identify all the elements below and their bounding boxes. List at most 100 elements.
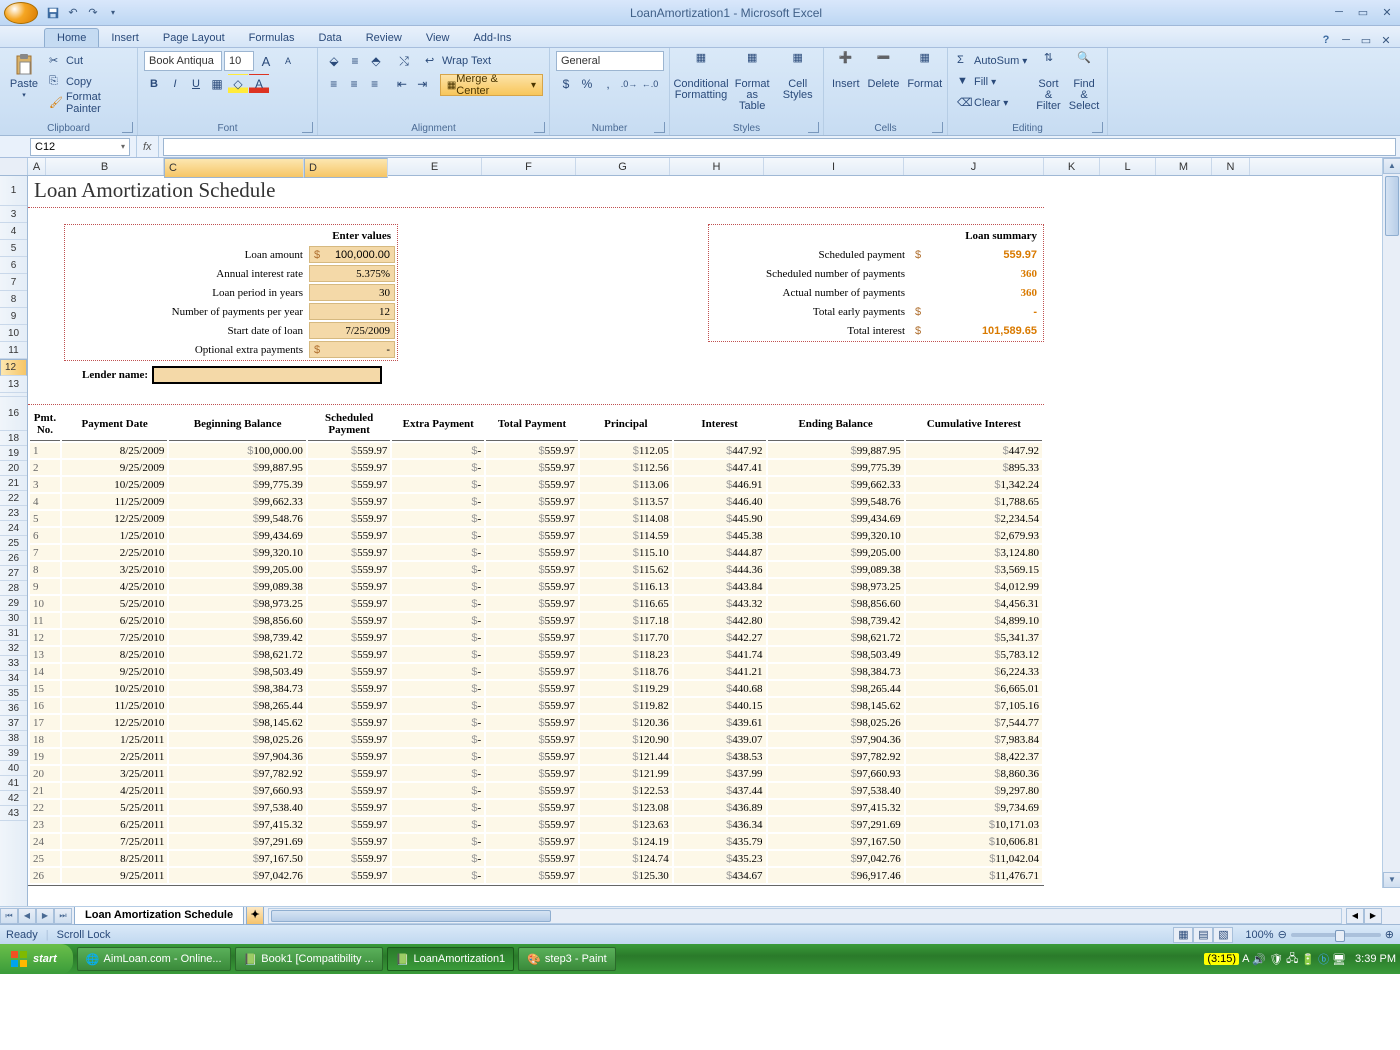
cell[interactable]: $97,904.36 — [169, 749, 305, 764]
cell[interactable]: $443.84 — [674, 579, 766, 594]
schedule-row[interactable]: 116/25/2010$98,856.60$559.97$-$559.97$11… — [30, 613, 1042, 628]
cell[interactable]: $97,042.76 — [169, 868, 305, 883]
row-header[interactable]: 16 — [0, 397, 27, 431]
cell[interactable]: 12 — [30, 630, 60, 645]
bold-button[interactable]: B — [144, 74, 164, 94]
copy-button[interactable]: ⎘Copy — [46, 72, 131, 92]
cell[interactable]: $7,983.84 — [906, 732, 1042, 747]
schedule-row[interactable]: 411/25/2009$99,662.33$559.97$-$559.97$11… — [30, 494, 1042, 509]
cell[interactable]: $- — [392, 511, 484, 526]
cell[interactable]: $119.29 — [580, 681, 672, 696]
formula-bar[interactable] — [163, 138, 1396, 156]
horizontal-scrollbar[interactable] — [268, 908, 1342, 924]
cell[interactable]: $559.97 — [308, 681, 391, 696]
align-left-icon[interactable]: ≡ — [324, 74, 343, 94]
cell[interactable]: $438.53 — [674, 749, 766, 764]
schedule-row[interactable]: 61/25/2010$99,434.69$559.97$-$559.97$114… — [30, 528, 1042, 543]
ribbon-tab-formulas[interactable]: Formulas — [237, 29, 307, 47]
cell[interactable]: $121.44 — [580, 749, 672, 764]
loan-amount-cell[interactable]: 100,000.00 — [335, 249, 390, 261]
row-header[interactable]: 43 — [0, 806, 27, 821]
row-header[interactable]: 40 — [0, 761, 27, 776]
cell[interactable]: $559.97 — [308, 766, 391, 781]
row-header[interactable]: 34 — [0, 671, 27, 686]
zoom-slider[interactable] — [1291, 933, 1381, 937]
row-header[interactable]: 13 — [0, 376, 27, 393]
start-button[interactable]: start — [0, 944, 73, 974]
cell[interactable]: $113.06 — [580, 477, 672, 492]
tray-shield-icon[interactable]: 🛡 — [1269, 953, 1283, 966]
extra-cell[interactable]: - — [386, 344, 390, 356]
cell[interactable]: $99,662.33 — [768, 477, 904, 492]
sort-filter-button[interactable]: ⇅Sort & Filter — [1034, 51, 1062, 114]
row-header[interactable]: 20 — [0, 461, 27, 476]
cell[interactable]: $11,476.71 — [906, 868, 1042, 883]
name-box[interactable]: C12 — [30, 138, 130, 156]
cell[interactable]: $- — [392, 817, 484, 832]
schedule-row[interactable]: 83/25/2010$99,205.00$559.97$-$559.97$115… — [30, 562, 1042, 577]
font-size-select[interactable]: 10 — [224, 51, 254, 71]
conditional-formatting-button[interactable]: ▦Conditional Formatting — [676, 51, 726, 103]
cell[interactable]: $- — [392, 868, 484, 883]
cell[interactable]: $97,042.76 — [768, 851, 904, 866]
undo-icon[interactable]: ↶ — [64, 4, 82, 22]
cell[interactable]: $559.97 — [308, 613, 391, 628]
page-layout-view-icon[interactable]: ▤ — [1193, 927, 1213, 943]
row-header[interactable]: 37 — [0, 716, 27, 731]
cell[interactable]: $115.10 — [580, 545, 672, 560]
format-cells-button[interactable]: ▦Format — [905, 51, 944, 92]
cell[interactable]: 1/25/2010 — [62, 528, 167, 543]
row-header[interactable]: 25 — [0, 536, 27, 551]
taskbar-item[interactable]: 🎨step3 - Paint — [518, 947, 615, 971]
cell[interactable]: $447.41 — [674, 460, 766, 475]
cell[interactable]: $- — [392, 732, 484, 747]
cell[interactable]: 2/25/2011 — [62, 749, 167, 764]
ribbon-tab-data[interactable]: Data — [306, 29, 353, 47]
cell[interactable]: 13 — [30, 647, 60, 662]
row-header[interactable]: 31 — [0, 626, 27, 641]
scroll-left-icon[interactable]: ◀ — [1346, 908, 1364, 924]
cell[interactable]: $114.08 — [580, 511, 672, 526]
cell[interactable]: $- — [392, 681, 484, 696]
align-top-icon[interactable]: ⬙ — [324, 51, 344, 71]
cell[interactable]: $559.97 — [486, 477, 578, 492]
cell[interactable]: $97,782.92 — [169, 766, 305, 781]
cell[interactable]: $7,105.16 — [906, 698, 1042, 713]
doc-close-icon[interactable]: ✕ — [1378, 34, 1394, 47]
scroll-down-icon[interactable]: ▼ — [1383, 872, 1400, 888]
cell[interactable]: $436.89 — [674, 800, 766, 815]
cell[interactable]: $559.97 — [308, 834, 391, 849]
cell[interactable]: $559.97 — [308, 494, 391, 509]
taskbar-item[interactable]: 📗Book1 [Compatibility ... — [235, 947, 383, 971]
cell[interactable]: $559.97 — [486, 800, 578, 815]
cell[interactable]: $99,320.10 — [768, 528, 904, 543]
cell[interactable]: $559.97 — [308, 783, 391, 798]
cell[interactable]: $- — [392, 749, 484, 764]
cell[interactable]: $559.97 — [308, 800, 391, 815]
page-break-view-icon[interactable]: ▧ — [1213, 927, 1233, 943]
cell[interactable]: 9/25/2010 — [62, 664, 167, 679]
taskbar-item[interactable]: 🌐AimLoan.com - Online... — [77, 947, 231, 971]
cell[interactable]: $99,434.69 — [169, 528, 305, 543]
cell[interactable]: $97,538.40 — [169, 800, 305, 815]
percent-icon[interactable]: % — [577, 74, 597, 94]
cell[interactable]: $98,503.49 — [768, 647, 904, 662]
underline-button[interactable]: U — [186, 74, 206, 94]
row-header[interactable]: 27 — [0, 566, 27, 581]
cell[interactable]: $119.82 — [580, 698, 672, 713]
cell[interactable]: $559.97 — [308, 579, 391, 594]
fx-button[interactable]: fx — [136, 136, 159, 157]
align-right-icon[interactable]: ≡ — [365, 74, 384, 94]
cell[interactable]: $- — [392, 460, 484, 475]
cell[interactable]: $99,089.38 — [169, 579, 305, 594]
cell[interactable]: $446.91 — [674, 477, 766, 492]
cell[interactable]: $120.90 — [580, 732, 672, 747]
cell[interactable]: $- — [392, 579, 484, 594]
save-icon[interactable] — [44, 4, 62, 22]
cell[interactable]: $559.97 — [308, 545, 391, 560]
row-header[interactable]: 12 — [0, 359, 27, 376]
cell[interactable]: $559.97 — [486, 817, 578, 832]
cell[interactable]: $112.56 — [580, 460, 672, 475]
cell[interactable]: 9 — [30, 579, 60, 594]
schedule-row[interactable]: 258/25/2011$97,167.50$559.97$-$559.97$12… — [30, 851, 1042, 866]
